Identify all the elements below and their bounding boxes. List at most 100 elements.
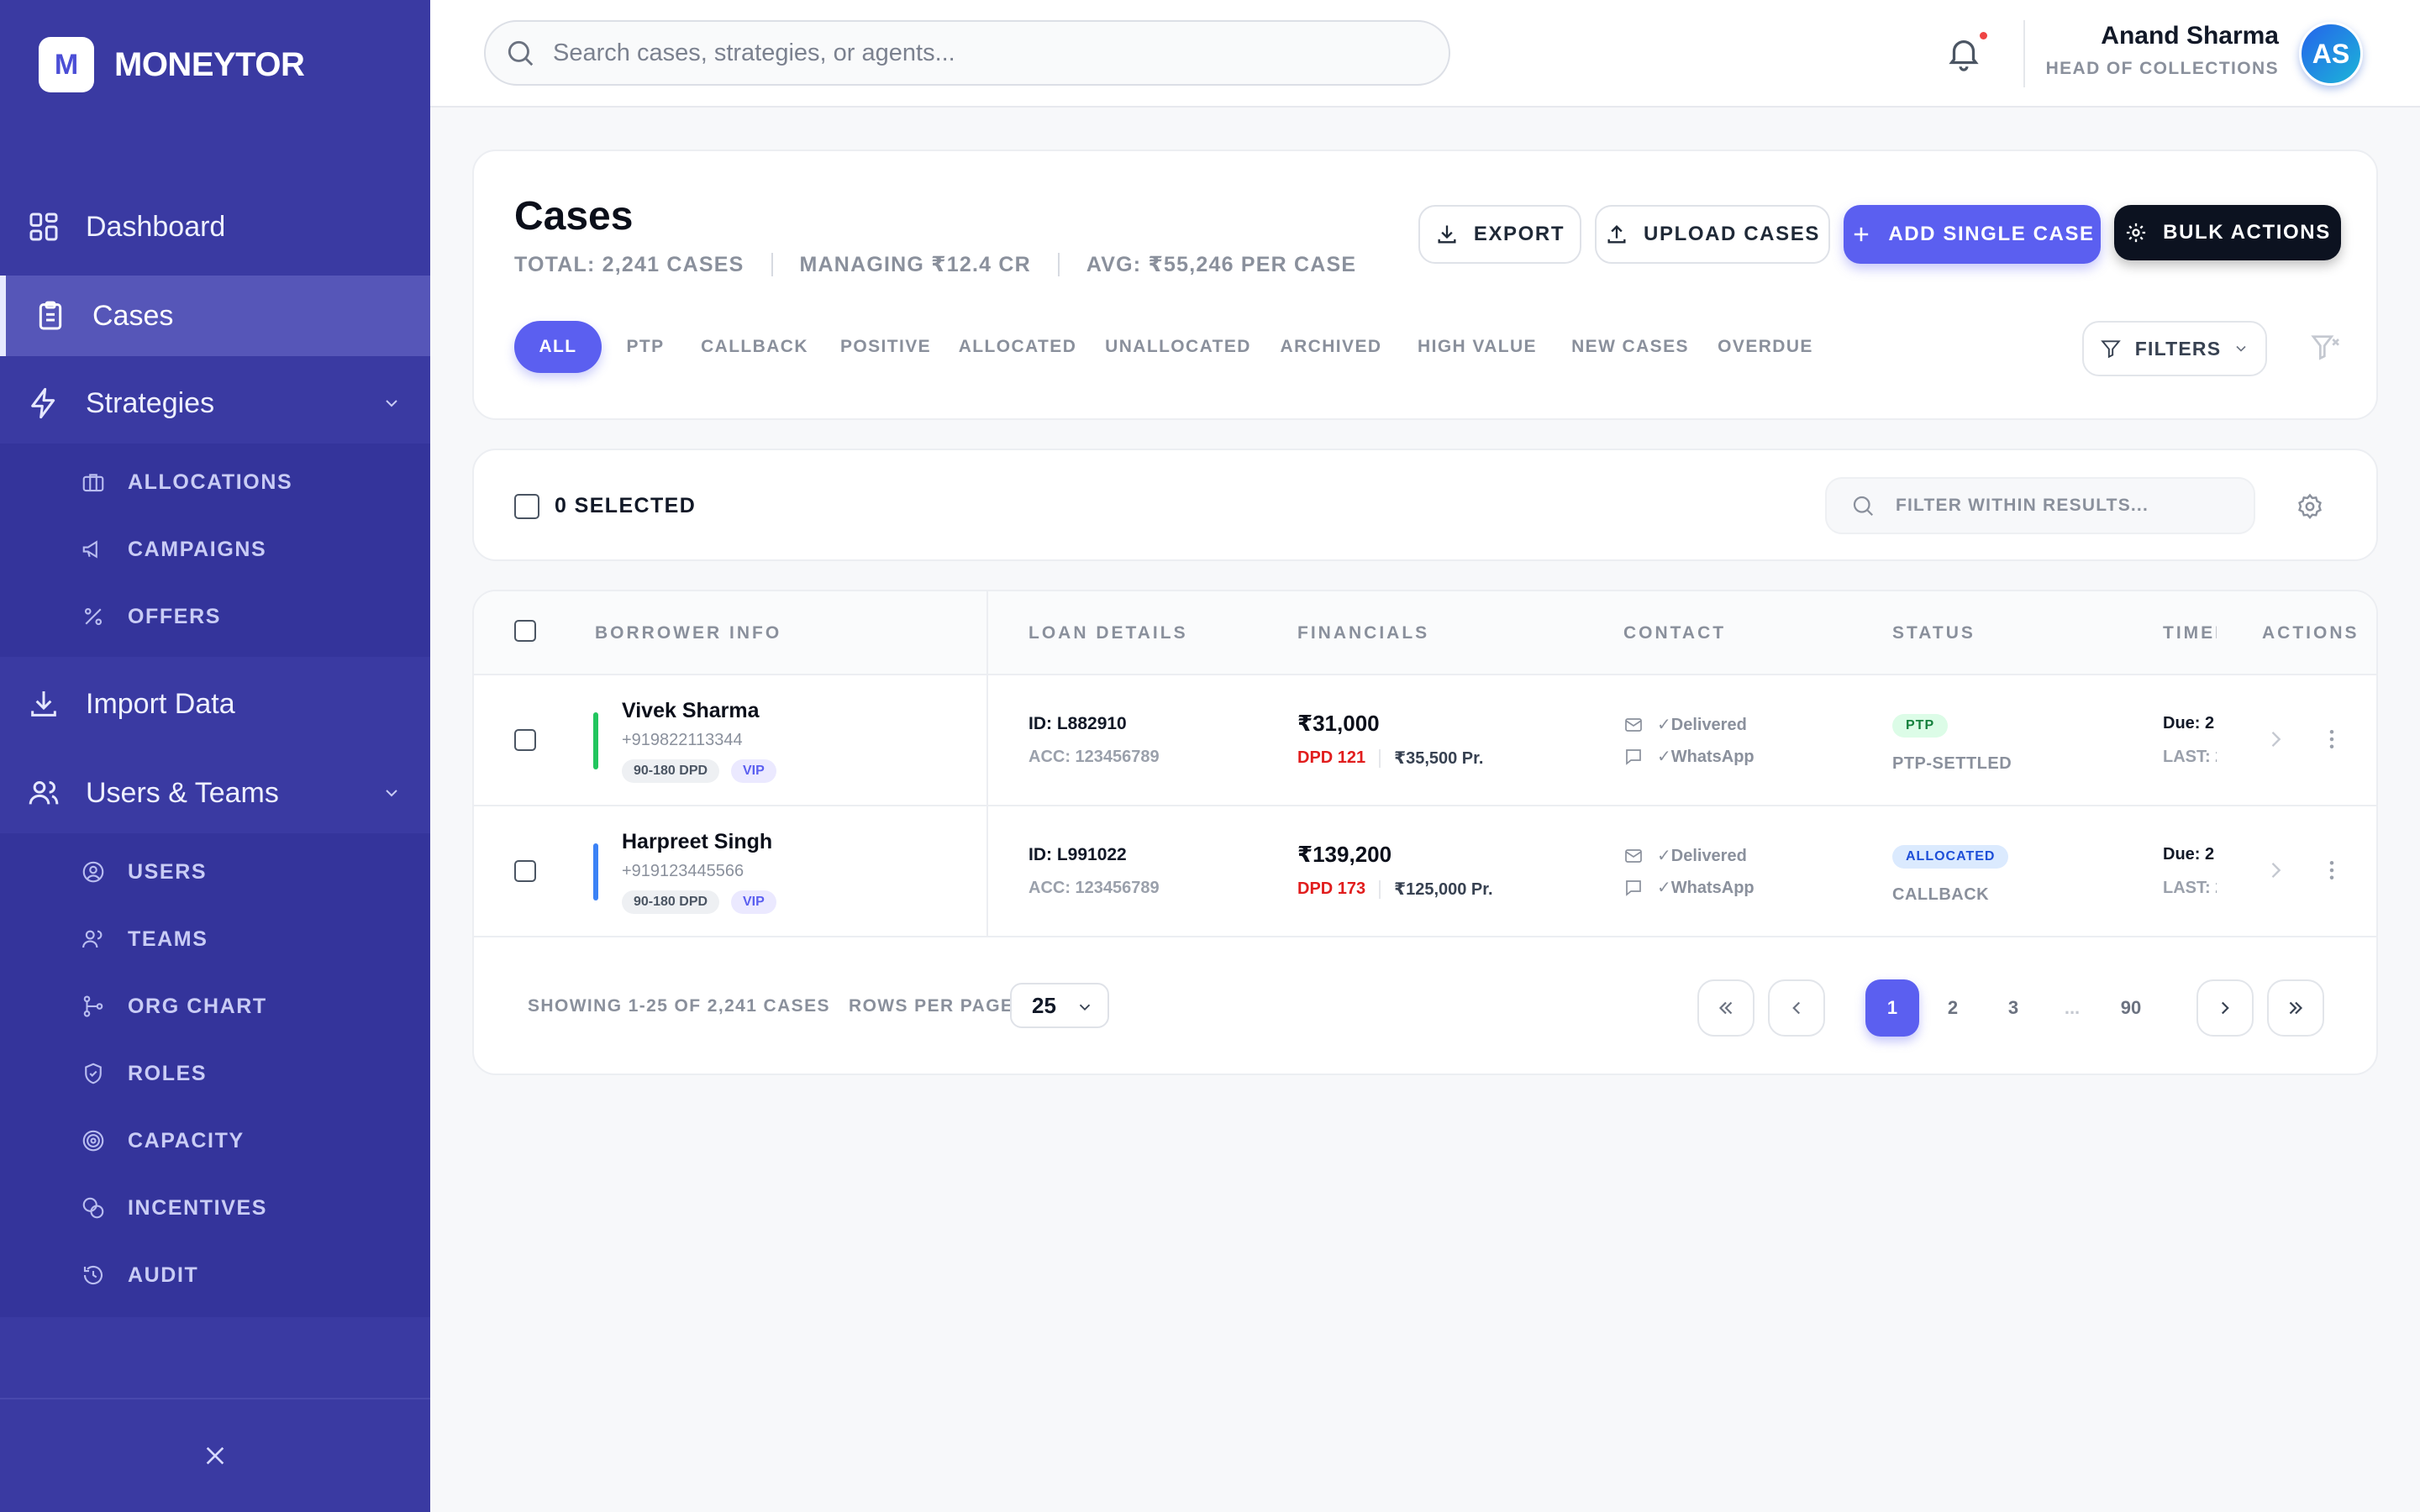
column-header[interactable]: BORROWER INFO [595, 623, 781, 643]
download-icon [27, 687, 60, 721]
page-number[interactable]: 2 [1926, 979, 1980, 1037]
filter-within-input[interactable] [1896, 496, 2249, 516]
settings-icon[interactable] [2296, 492, 2324, 521]
avatar[interactable]: AS [2299, 22, 2363, 86]
add-label: ADD SINGLE CASE [1888, 223, 2095, 245]
sidebar-item-capacity[interactable]: CAPACITY [0, 1107, 430, 1174]
sidebar-item-import-data[interactable]: Import Data [0, 664, 430, 744]
column-header[interactable]: STATUS [1892, 623, 1975, 643]
users-icon [27, 776, 60, 810]
next-page-button[interactable] [2196, 979, 2254, 1037]
global-search[interactable] [484, 20, 1450, 86]
select-all-checkbox[interactable] [514, 494, 539, 519]
tab-callback[interactable]: CALLBACK [696, 321, 813, 373]
filter-icon [2100, 340, 2121, 359]
export-button[interactable]: EXPORT [1418, 205, 1581, 264]
sidebar-item-org-chart[interactable]: ORG CHART [0, 973, 430, 1040]
loan-id: ID: L882910 [1028, 714, 1127, 733]
brand-logo: M [39, 37, 94, 92]
principal-value: ₹125,000 Pr. [1394, 880, 1493, 899]
sidebar-item-incentives[interactable]: INCENTIVES [0, 1174, 430, 1242]
cases-table: BORROWER INFO LOAN DETAILS FINANCIALS CO… [472, 590, 2378, 1075]
tab-new-cases[interactable]: NEW CASES [1563, 321, 1697, 373]
brand[interactable]: M MONEYTOR [39, 37, 305, 92]
team-icon [81, 927, 106, 952]
column-header[interactable]: TIMELINE [2163, 623, 2217, 643]
upload-cases-button[interactable]: UPLOAD CASES [1595, 205, 1830, 264]
table-row[interactable]: Harpreet Singh +919123445566 90-180 DPD … [474, 806, 2376, 937]
sidebar-item-allocations[interactable]: ALLOCATIONS [0, 449, 430, 516]
more-vertical-icon[interactable] [2319, 726, 2344, 753]
sidebar-item-label: TEAMS [128, 927, 208, 951]
tab-overdue[interactable]: OVERDUE [1711, 321, 1820, 373]
chevron-right-icon[interactable] [2264, 858, 2287, 882]
clear-filter-icon[interactable] [2309, 331, 2343, 365]
filters-button[interactable]: FILTERS [2082, 321, 2267, 376]
chevron-right-icon[interactable] [2264, 727, 2287, 751]
sidebar-item-teams[interactable]: TEAMS [0, 906, 430, 973]
row-checkbox[interactable] [514, 729, 536, 751]
sidebar-item-campaigns[interactable]: CAMPAIGNS [0, 516, 430, 583]
chevrons-left-icon [1718, 1001, 1733, 1015]
page-ellipsis: ... [2064, 997, 2081, 1018]
borrower-name[interactable]: Vivek Sharma [622, 699, 760, 723]
timeline-cell: Due: 2 LAST: 2 [2163, 675, 2217, 806]
account-number: ACC: 123456789 [1028, 748, 1160, 766]
table-header: BORROWER INFO LOAN DETAILS FINANCIALS CO… [474, 591, 2376, 675]
bolt-icon [27, 386, 60, 420]
history-icon [81, 1263, 106, 1288]
brand-name: MONEYTOR [114, 45, 305, 83]
filter-within-results[interactable] [1825, 477, 2255, 534]
borrower-name[interactable]: Harpreet Singh [622, 830, 772, 854]
close-icon[interactable] [202, 1442, 229, 1469]
first-page-button[interactable] [1697, 979, 1754, 1037]
prev-page-button[interactable] [1768, 979, 1825, 1037]
stat-total: TOTAL: 2,241 CASES [514, 252, 744, 276]
search-input[interactable] [553, 39, 1393, 67]
contact-email: ✓Delivered [1623, 845, 1747, 866]
borrower-phone: +919123445566 [622, 862, 744, 880]
bulk-actions-button[interactable]: BULK ACTIONS [2114, 205, 2341, 260]
tab-positive[interactable]: POSITIVE [834, 321, 938, 373]
sidebar-item-label: USERS [128, 859, 208, 884]
add-single-case-button[interactable]: ADD SINGLE CASE [1844, 205, 2101, 264]
tab-all[interactable]: ALL [514, 321, 602, 373]
tab-ptp[interactable]: PTP [618, 321, 672, 373]
column-header[interactable]: LOAN DETAILS [1028, 623, 1188, 643]
row-checkbox[interactable] [514, 860, 536, 882]
column-header[interactable]: CONTACT [1623, 623, 1726, 643]
page-number[interactable]: 3 [1986, 979, 2040, 1037]
timeline-cell: Due: 2 LAST: 2 [2163, 806, 2217, 937]
sub-status: PTP-SETTLED [1892, 754, 2012, 773]
page-number[interactable]: 1 [1865, 979, 1919, 1037]
select-all-checkbox[interactable] [514, 620, 536, 642]
chevron-down-icon[interactable] [381, 783, 402, 803]
tab-unallocated[interactable]: UNALLOCATED [1102, 321, 1254, 373]
last-page-button[interactable] [2267, 979, 2324, 1037]
bell-icon[interactable] [1944, 34, 1983, 72]
sidebar-item-strategies[interactable]: Strategies [0, 363, 430, 444]
rows-per-page-select[interactable]: 25 [1010, 983, 1109, 1028]
sidebar-item-audit[interactable]: AUDIT [0, 1242, 430, 1309]
sidebar-item-label: Users & Teams [86, 776, 279, 809]
upload-icon [1607, 225, 1626, 244]
table-row[interactable]: Vivek Sharma +919822113344 90-180 DPD VI… [474, 675, 2376, 806]
column-header[interactable]: FINANCIALS [1297, 623, 1429, 643]
sidebar-item-label: CAMPAIGNS [128, 537, 267, 561]
page-number[interactable]: 90 [2104, 979, 2158, 1037]
more-vertical-icon[interactable] [2319, 857, 2344, 884]
sidebar-item-label: ORG CHART [128, 994, 267, 1018]
sidebar-item-users[interactable]: USERS [0, 838, 430, 906]
sidebar-item-offers[interactable]: OFFERS [0, 583, 430, 650]
plus-icon [1854, 227, 1869, 242]
principal-value: ₹35,500 Pr. [1394, 749, 1484, 768]
tab-high-value[interactable]: HIGH VALUE [1410, 321, 1544, 373]
tab-allocated[interactable]: ALLOCATED [955, 321, 1081, 373]
sidebar-item-cases[interactable]: Cases [0, 276, 430, 356]
chevron-down-icon[interactable] [381, 393, 402, 413]
sidebar-item-roles[interactable]: ROLES [0, 1040, 430, 1107]
sidebar-item-dashboard[interactable]: Dashboard [0, 186, 430, 267]
cases-header-card: Cases TOTAL: 2,241 CASES MANAGING ₹12.4 … [472, 150, 2378, 420]
sidebar-item-users-teams[interactable]: Users & Teams [0, 753, 430, 833]
tab-archived[interactable]: ARCHIVED [1272, 321, 1390, 373]
